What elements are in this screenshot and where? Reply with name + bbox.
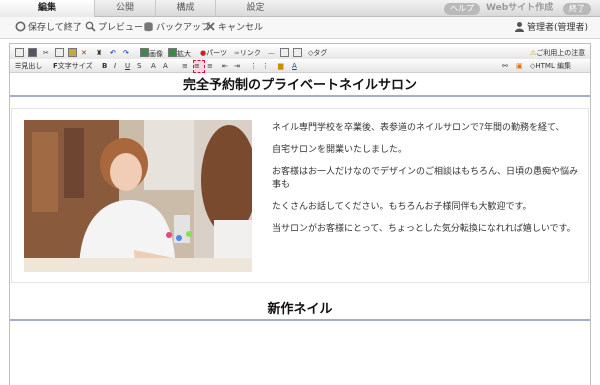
text-smaller-icon[interactable]: A xyxy=(151,61,156,71)
tab-edit[interactable]: 編集 xyxy=(0,0,95,17)
font-size-button[interactable]: F文字サイズ xyxy=(53,61,93,71)
link-button[interactable]: ∞リンク xyxy=(234,48,261,58)
notice-label: ご利用上の注意 xyxy=(536,49,586,57)
delete-icon[interactable]: ✕ xyxy=(81,48,87,58)
page-root: 編集 公開 構成 設定 ヘルプ Webサイト作成 終了 保存して終了 プレビュー… xyxy=(0,0,600,385)
heading-divider-1 xyxy=(10,95,590,97)
redo-icon[interactable]: ↷ xyxy=(123,48,129,58)
editor-frame: ✂ ✕ ♜ ↶ ↷ 画像 拡大 ●パーツ ∞リンク — ◇タグ ⚠ご利用上の注意… xyxy=(9,43,591,385)
rss-icon[interactable]: ▣ xyxy=(516,61,523,71)
action-bar: 保存して終了 プレビュー バックアップ キャンセル 管理者(管理者) xyxy=(0,17,600,39)
save-exit-label: 保存して終了 xyxy=(28,23,82,33)
font-color-icon[interactable]: A xyxy=(292,61,297,71)
outdent-icon[interactable]: ⇤ xyxy=(222,61,228,71)
user-icon xyxy=(514,21,525,32)
help-button[interactable]: ヘルプ xyxy=(444,3,480,15)
underline-icon[interactable]: U xyxy=(125,61,130,71)
intro-paragraph-4: たくさんお話してください。もちろんお子様同伴も大歓迎です。 xyxy=(272,201,532,211)
salon-photo-image xyxy=(24,120,252,272)
intro-paragraph-3: お客様はお一人だけなのでデザインのご相談はもちろん、日頃の愚痴や悩み事も xyxy=(272,166,579,189)
close-icon xyxy=(205,21,216,32)
italic-icon[interactable]: I xyxy=(114,61,116,71)
strikethrough-icon[interactable]: S xyxy=(137,61,141,71)
undo-icon[interactable]: ↶ xyxy=(110,48,116,58)
heading-label: 見出し xyxy=(21,62,43,70)
bold-icon[interactable]: B xyxy=(102,61,107,71)
save-icon[interactable] xyxy=(28,48,37,58)
image-icon xyxy=(140,48,149,57)
user-label: 管理者(管理者) xyxy=(526,23,588,33)
heading-button[interactable]: ☰見出し xyxy=(15,61,42,71)
indent-icon[interactable]: ⇥ xyxy=(234,61,240,71)
exit-button[interactable]: 終了 xyxy=(563,3,591,15)
html-edit-label: HTML 編集 xyxy=(535,62,572,70)
salon-photo[interactable] xyxy=(24,120,252,272)
hr-icon[interactable]: — xyxy=(268,48,275,58)
cut-icon[interactable]: ✂ xyxy=(43,48,49,58)
numbered-list-icon[interactable]: ⋮ xyxy=(262,61,269,71)
zoom-label: 拡大 xyxy=(177,50,191,58)
text-larger-icon[interactable]: A xyxy=(163,61,168,71)
align-left-icon[interactable]: ≡ xyxy=(182,61,188,71)
preview-button[interactable]: プレビュー xyxy=(85,21,143,35)
save-exit-icon xyxy=(15,21,26,32)
image-label: 画像 xyxy=(149,50,163,58)
highlight-icon[interactable]: ▆ xyxy=(278,61,283,71)
cancel-label: キャンセル xyxy=(218,23,264,33)
intro-text[interactable]: ネイル専門学校を卒業後、表参道のネイルサロンで7年間の勤務を経て、 自宅サロンを… xyxy=(272,121,582,244)
new-doc-icon[interactable] xyxy=(15,48,24,58)
cancel-button[interactable]: キャンセル xyxy=(205,21,263,35)
parts-button[interactable]: ●パーツ xyxy=(200,48,227,58)
backup-button[interactable]: バックアップ xyxy=(143,21,210,35)
paste-icon[interactable] xyxy=(68,48,77,58)
zoom-icon xyxy=(168,48,177,57)
tag-button[interactable]: ◇タグ xyxy=(308,48,327,58)
content-heading-2[interactable]: 新作ネイル xyxy=(10,298,590,317)
image-button[interactable]: 画像 xyxy=(140,48,163,58)
bullet-list-icon[interactable]: ⋮ xyxy=(250,61,257,71)
heading-divider-2 xyxy=(10,319,590,321)
search-icon xyxy=(85,21,96,32)
backup-label: バックアップ xyxy=(156,23,211,33)
intro-paragraph-2: 自宅サロンを開業いたしました。 xyxy=(272,144,408,154)
tag-label: タグ xyxy=(313,49,328,57)
zoom-button[interactable]: 拡大 xyxy=(168,48,191,58)
table-icon[interactable] xyxy=(280,48,289,58)
preview-label: プレビュー xyxy=(98,23,144,33)
font-size-label: 文字サイズ xyxy=(57,62,93,70)
parts-label: パーツ xyxy=(206,49,227,57)
database-icon xyxy=(143,21,154,32)
tab-settings[interactable]: 設定 xyxy=(215,0,295,17)
tab-structure[interactable]: 構成 xyxy=(155,0,215,17)
tab-publish[interactable]: 公開 xyxy=(95,0,155,17)
align-center-icon[interactable]: ≡ xyxy=(193,60,205,73)
link-label: リンク xyxy=(239,49,261,57)
find-icon[interactable]: ♜ xyxy=(96,48,102,58)
intro-paragraph-1: ネイル専門学校を卒業後、表参道のネイルサロンで7年間の勤務を経て、 xyxy=(272,122,565,132)
content-block[interactable]: ネイル専門学校を卒業後、表参道のネイルサロンで7年間の勤務を経て、 自宅サロンを… xyxy=(11,108,589,283)
tab-bar: 編集 公開 構成 設定 ヘルプ Webサイト作成 終了 xyxy=(0,0,600,17)
copy-icon[interactable] xyxy=(55,48,64,58)
html-edit-button[interactable]: ◇HTML 編集 xyxy=(530,61,571,71)
align-right-icon[interactable]: ≡ xyxy=(207,61,213,71)
editor-toolbar-1: ✂ ✕ ♜ ↶ ↷ 画像 拡大 ●パーツ ∞リンク — ◇タグ ⚠ご利用上の注意 xyxy=(10,47,590,59)
unlink-icon[interactable]: ⚯ xyxy=(502,61,508,71)
layout-icon[interactable] xyxy=(293,48,302,58)
user-menu[interactable]: 管理者(管理者) xyxy=(514,21,588,35)
save-exit-button[interactable]: 保存して終了 xyxy=(15,21,82,35)
intro-paragraph-5: 当サロンがお客様にとって、ちょっとした気分転換になれれば嬉しいです。 xyxy=(272,223,576,233)
site-builder-label: Webサイト作成 xyxy=(486,3,554,13)
content-heading-1[interactable]: 完全予約制のプライベートネイルサロン xyxy=(10,74,590,93)
notice-button[interactable]: ⚠ご利用上の注意 xyxy=(530,48,585,58)
editor-toolbar-2: ☰見出し F文字サイズ B I U S A A ≡ ≡ ≡ ⇤ ⇥ ⋮ ⋮ ▆ … xyxy=(10,60,590,73)
